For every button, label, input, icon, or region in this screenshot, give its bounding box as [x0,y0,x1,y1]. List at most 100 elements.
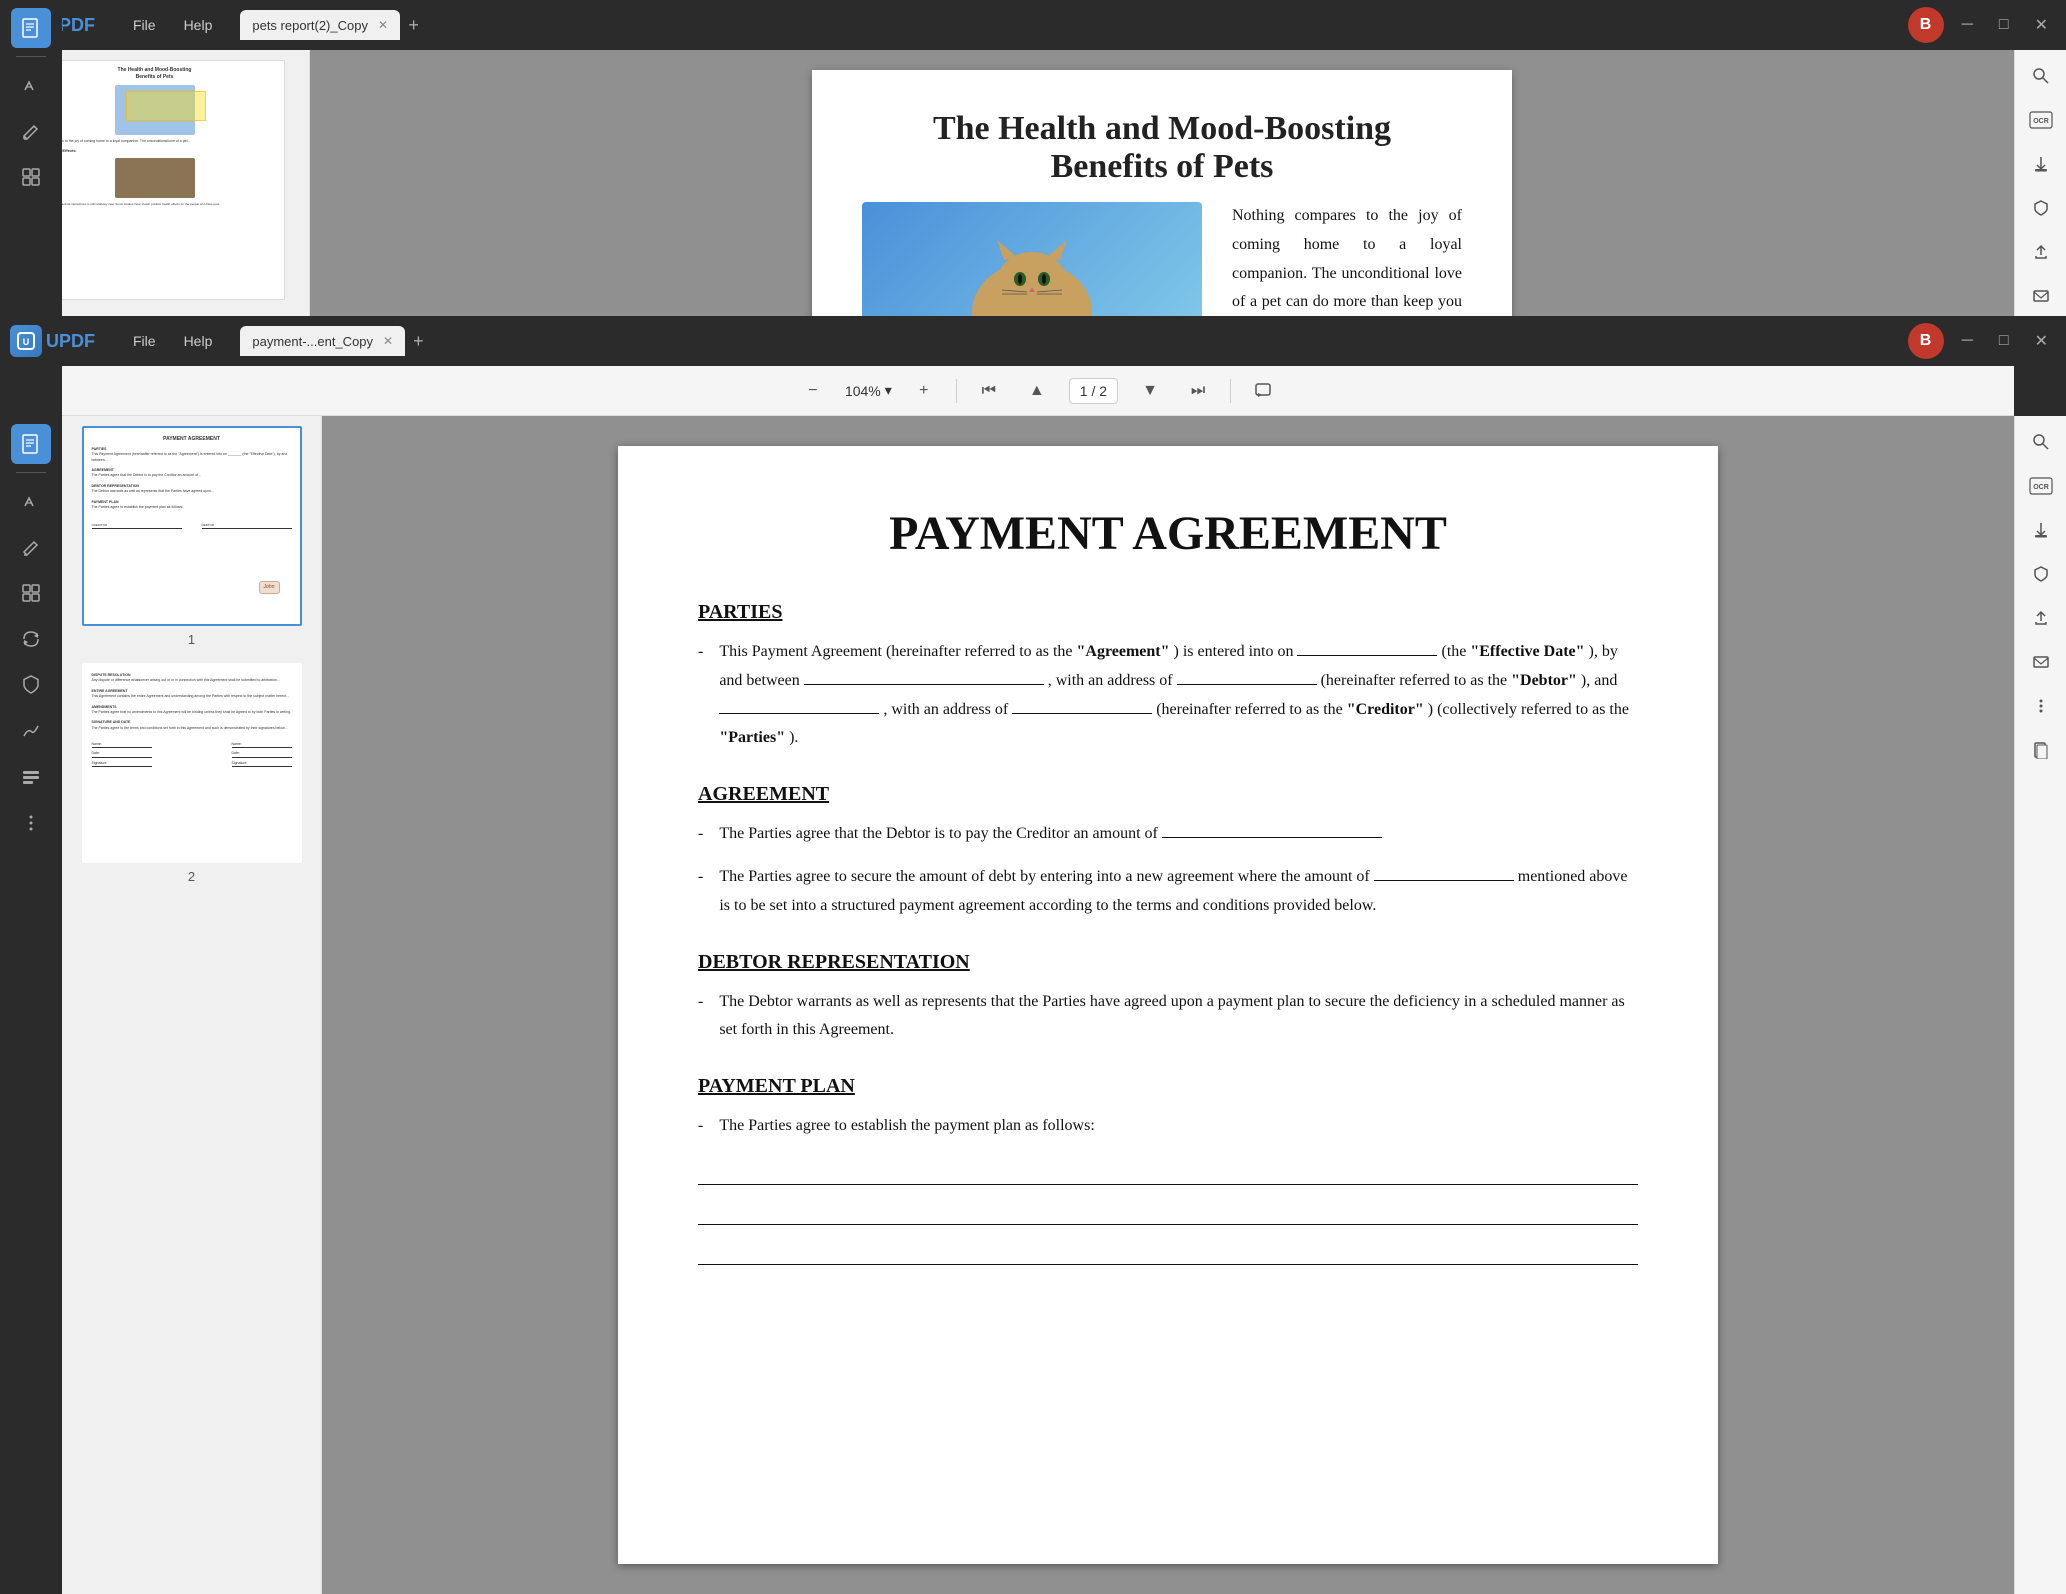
sidebar-highlight-top[interactable] [11,65,51,105]
sep2-bottom [1230,379,1231,403]
close-btn-bottom[interactable]: ✕ [2027,327,2056,355]
maximize-btn-bottom[interactable]: □ [1991,328,2017,354]
maximize-btn-top[interactable]: □ [1991,12,2017,38]
zoom-dropdown-bottom[interactable]: ▾ [885,382,892,399]
close-btn-top[interactable]: ✕ [2027,11,2056,39]
minimize-btn-bottom[interactable]: ─ [1954,328,1981,354]
payment-line-1 [698,1161,1638,1185]
menu-file-top[interactable]: File [123,13,166,37]
zoom-in-btn-bottom[interactable]: + [908,375,940,407]
menu-help-top[interactable]: Help [174,13,223,37]
pdf-title-payment: PAYMENT AGREEMENT [698,506,1638,561]
sidebar-organize-bottom[interactable] [11,573,51,613]
sidebar-reader-top[interactable] [11,8,51,48]
search-btn-right-bottom[interactable] [2023,424,2059,460]
sidebar-convert-bottom[interactable] [11,619,51,659]
thumb-item-2[interactable]: DISPUTE RESOLUTION Any dispute or differ… [82,663,302,884]
tab-bar-bottom: payment-...ent_Copy ✕ + [240,326,1899,356]
window-top: U UPDF File Help pets report(2)_Copy ✕ +… [0,0,2066,316]
ocr-btn-bottom[interactable]: OCR [2023,468,2059,504]
sidebar-form-bottom[interactable] [11,757,51,797]
attachment-btn-top[interactable] [2023,146,2059,182]
pdf-page-bottom: PAYMENT AGREEMENT PARTIES - This Payment… [618,446,1718,1564]
pdf-title-pets-line1: The Health and Mood-Boosting Benefits of… [862,110,1462,186]
user-avatar-top: B [1908,7,1944,43]
email-btn-bottom[interactable] [2023,644,2059,680]
prev-page-btn-bottom[interactable]: ▲ [1021,375,1053,407]
tab-add-top[interactable]: + [408,15,419,36]
menu-file-bottom[interactable]: File [123,329,166,353]
thumb-label-2: 2 [188,869,195,884]
thumb-item-1[interactable]: PAYMENT AGREEMENT PARTIES This Payment A… [82,426,302,647]
agreement-content: - The Parties agree that the Debtor is t… [698,820,1638,920]
thumbnail-panel-bottom: PAYMENT AGREEMENT PARTIES This Payment A… [62,416,322,1594]
debtor-content: - The Debtor warrants as well as represe… [698,988,1638,1046]
ocr-btn-top[interactable]: OCR [2023,102,2059,138]
agreement-bullet-1: - The Parties agree that the Debtor is t… [698,820,1638,849]
sidebar-divider-bottom [16,472,46,473]
svg-text:OCR: OCR [2033,118,2049,125]
section-payment-plan: PAYMENT PLAN [698,1075,1638,1098]
tab-payment[interactable]: payment-...ent_Copy ✕ [240,326,405,356]
window-controls-bottom: B ─ □ ✕ [1908,323,2056,359]
thumb-box-2[interactable]: DISPUTE RESOLUTION Any dispute or differ… [82,663,302,863]
updf-icon-bottom: U [10,325,42,357]
security-btn-bottom[interactable] [2023,556,2059,592]
sidebar-organize-top[interactable] [11,157,51,197]
share-btn-top[interactable] [2023,234,2059,270]
sidebar-sign-bottom[interactable] [11,711,51,751]
sidebar-more-bottom[interactable] [11,803,51,843]
window-bottom: U UPDF File Help payment-...ent_Copy ✕ +… [0,316,2066,1594]
minimize-btn-top[interactable]: ─ [1954,12,1981,38]
titlebar-top: U UPDF File Help pets report(2)_Copy ✕ +… [0,0,2066,50]
pages-btn-bottom[interactable] [2023,732,2059,768]
tab-add-bottom[interactable]: + [413,331,424,352]
svg-text:OCR: OCR [2033,484,2049,491]
thumb-box-1[interactable]: PAYMENT AGREEMENT PARTIES This Payment A… [82,426,302,626]
sidebar-edit-top[interactable] [11,111,51,151]
search-btn-right-top[interactable] [2023,58,2059,94]
zoom-out-btn-bottom[interactable]: − [797,375,829,407]
sidebar-highlight-bottom[interactable] [11,481,51,521]
tab-close-bottom[interactable]: ✕ [383,334,393,348]
debtor-bullet: - The Debtor warrants as well as represe… [698,988,1638,1046]
email-btn-top[interactable] [2023,278,2059,314]
thumb-mini-content: The Health and Mood-BoostingBenefits of … [26,61,284,212]
sidebar-protect-bottom[interactable] [11,665,51,705]
parties-bullet: - This Payment Agreement (hereinafter re… [698,638,1638,753]
pdf-main-view-top: The Health and Mood-Boosting Benefits of… [310,50,2014,316]
section-parties: PARTIES [698,601,1638,624]
titlebar-bottom: U UPDF File Help payment-...ent_Copy ✕ +… [0,316,2066,366]
parties-content: - This Payment Agreement (hereinafter re… [698,638,1638,753]
sidebar-right-top: OCR [2014,50,2066,316]
first-page-btn-bottom[interactable]: ⏮ [973,375,1005,407]
share-btn-bottom[interactable] [2023,600,2059,636]
sidebar-left-bottom [0,416,62,1594]
next-page-btn-bottom[interactable]: ▼ [1134,375,1166,407]
thumbnail-pets[interactable]: The Health and Mood-BoostingBenefits of … [25,60,285,300]
tab-label-bottom: payment-...ent_Copy [252,334,373,349]
more-btn-bottom[interactable] [2023,688,2059,724]
toolbar-bottom-wrap: − 104% ▾ + ⏮ ▲ 1 / 2 ▼ ⏭ [62,366,2014,416]
payment-line-3 [698,1241,1638,1265]
menu-help-bottom[interactable]: Help [174,329,223,353]
tab-pets-report[interactable]: pets report(2)_Copy ✕ [240,10,400,40]
tab-close-top[interactable]: ✕ [378,18,388,32]
payment-lines [698,1161,1638,1265]
last-page-btn-bottom[interactable]: ⏭ [1182,375,1214,407]
updf-logo-bottom: U UPDF [10,325,95,357]
sidebar-reader-bottom[interactable] [11,424,51,464]
highlight-overlay [126,91,206,121]
window-controls-top: B ─ □ ✕ [1908,7,2056,43]
security-btn-top[interactable] [2023,190,2059,226]
comment-btn-bottom[interactable] [1247,375,1279,407]
thumb-label-1: 1 [188,632,195,647]
zoom-display-bottom: 104% ▾ [845,382,892,399]
thumb2-content: DISPUTE RESOLUTION Any dispute or differ… [84,665,300,775]
svg-text:U: U [23,337,30,347]
sidebar-edit-bottom[interactable] [11,527,51,567]
attachment-btn-bottom[interactable] [2023,512,2059,548]
content-area-bottom: PAYMENT AGREEMENT PARTIES This Payment A… [62,416,2014,1594]
section-agreement: AGREEMENT [698,783,1638,806]
content-area-top: The Health and Mood-BoostingBenefits of … [0,50,2014,316]
